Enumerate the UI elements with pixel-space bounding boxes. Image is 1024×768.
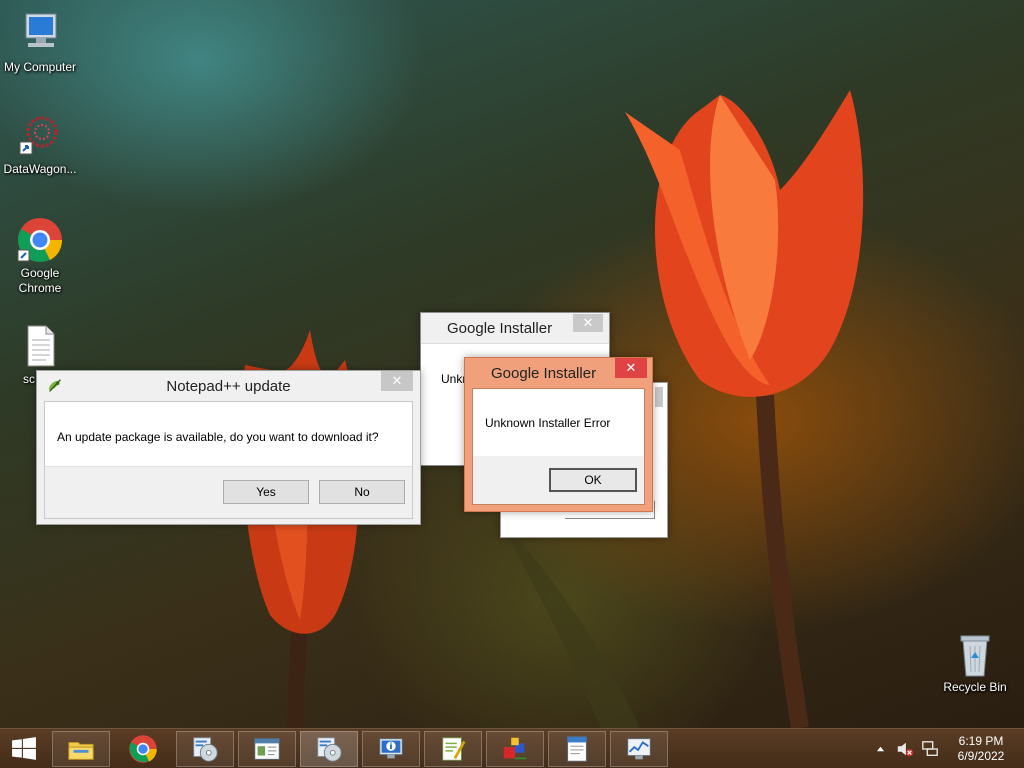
taskbar-item-notepadpp[interactable] [424,731,482,767]
installer-cd-icon [193,737,218,762]
button-label: No [354,485,370,499]
file-explorer-icon [68,741,94,760]
network-icon[interactable] [921,740,939,758]
no-button[interactable]: No [319,480,405,504]
desktop-icon-my-computer[interactable]: My Computer [0,10,80,75]
desktop-icon-recycle-bin[interactable]: Recycle Bin [935,630,1015,695]
desktop-icon-google-chrome[interactable]: Google Chrome [0,216,80,296]
info-monitor-icon [379,738,403,759]
taskbar-item-installer[interactable] [176,731,234,767]
datawagon-icon [19,116,58,155]
taskbar-item-blocks-app[interactable] [486,731,544,767]
desktop-icon-label: Google Chrome [18,266,62,295]
window-title-bar[interactable]: Notepad++ update ✕ [44,371,413,401]
taskbar-item-system-info[interactable] [362,731,420,767]
taskbar-item-window-app[interactable] [238,731,296,767]
button-label: OK [584,473,602,487]
close-icon: ✕ [582,315,594,330]
taskbar-item-file-explorer[interactable] [52,731,110,767]
notepadpp-update-dialog[interactable]: Notepad++ update ✕ An update package is … [36,370,421,525]
desktop-icon-label: sc [23,372,35,386]
dialog-message: An update package is available, do you w… [57,430,379,444]
start-icon [12,737,36,760]
notepadpp-icon [442,737,466,761]
document-app-icon [567,736,587,762]
recycle-bin-icon [960,635,990,677]
show-hidden-icons-icon[interactable] [876,745,885,754]
computer-icon [25,13,57,47]
clock-time: 6:19 PM [958,734,1004,748]
desktop-icon-label: My Computer [3,60,77,74]
desktop-icon-label: Recycle Bin [943,680,1007,694]
window-app-icon [254,738,280,760]
installer-cd-icon [317,737,342,762]
close-icon: ✕ [625,360,637,375]
window-title-bar[interactable]: Google Installer ✕ [421,313,609,343]
desktop-icon-datawagon[interactable]: DataWagon... [0,112,80,177]
google-installer-window-front[interactable]: Google Installer ✕ Unknown Installer Err… [464,357,653,512]
window-title: Google Installer [491,364,597,382]
close-button[interactable]: ✕ [615,358,647,378]
clock[interactable]: 6:19 PM 6/9/2022 [946,734,1016,764]
volume-muted-icon[interactable] [896,740,914,758]
window-title: Google Installer [447,319,553,337]
button-label: Yes [256,485,276,499]
desktop-icon-label: DataWagon... [3,162,77,176]
chrome-icon [129,735,157,763]
close-icon: ✕ [391,373,403,388]
window-title: Notepad++ update [166,377,291,395]
blocks-app-icon [503,737,527,760]
close-button[interactable]: ✕ [381,371,413,391]
notepadpp-icon [48,379,61,392]
taskbar-item-chrome[interactable] [114,731,172,767]
taskbar-item-performance-monitor[interactable] [610,731,668,767]
performance-monitor-icon [627,738,651,760]
taskbar: 6:19 PM 6/9/2022 [0,728,1024,768]
chrome-icon [17,218,63,262]
ok-button[interactable]: OK [549,468,637,492]
error-message: Unknown Installer Error [485,416,611,430]
taskbar-item-installer-active[interactable] [300,731,358,767]
yes-button[interactable]: Yes [223,480,309,504]
close-button[interactable]: ✕ [573,314,603,332]
document-icon [27,325,55,367]
taskbar-item-document-app[interactable] [548,731,606,767]
scrollbar[interactable] [655,387,663,407]
clock-date: 6/9/2022 [957,749,1005,763]
window-title-bar[interactable]: Google Installer ✕ [472,358,647,388]
start-button[interactable] [4,731,44,767]
